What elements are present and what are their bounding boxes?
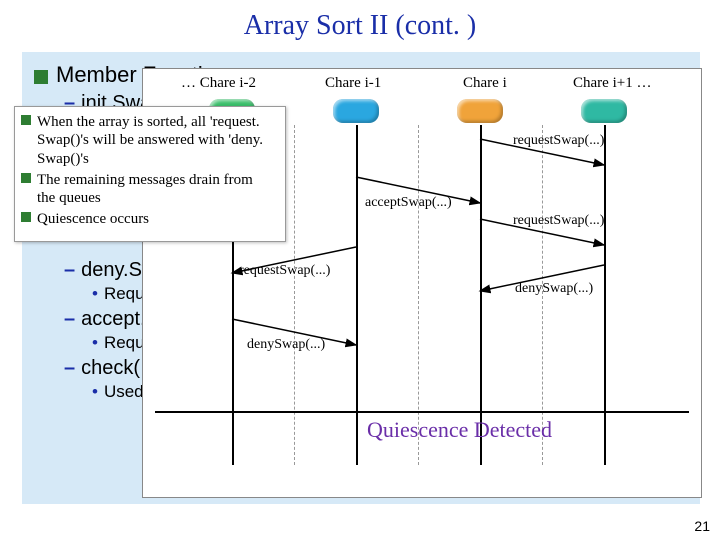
- quiescence-line: [155, 411, 689, 413]
- popup-line-2: The remaining messages drain from the qu…: [37, 171, 269, 208]
- slide-title: Array Sort II (cont. ): [0, 0, 720, 48]
- page-number: 21: [694, 518, 710, 534]
- bullet-icon: [21, 115, 31, 125]
- popup-line-1: When the array is sorted, all 'request. …: [37, 113, 269, 168]
- note-popup: When the array is sorted, all 'request. …: [14, 106, 286, 242]
- msg-requestswap: requestSwap(...): [239, 263, 330, 279]
- bullet-icon: [21, 173, 31, 183]
- quiescence-label: Quiescence Detected: [367, 417, 552, 443]
- popup-line-3: Quiescence occurs: [37, 210, 269, 228]
- bullet-icon: [34, 70, 48, 84]
- msg-denyswap: denySwap(...): [515, 281, 593, 297]
- msg-acceptswap: acceptSwap(...): [365, 195, 452, 211]
- msg-denyswap: denySwap(...): [247, 337, 325, 353]
- msg-requestswap: requestSwap(...): [513, 213, 604, 229]
- msg-requestswap: requestSwap(...): [513, 133, 604, 149]
- bullet-icon: [21, 212, 31, 222]
